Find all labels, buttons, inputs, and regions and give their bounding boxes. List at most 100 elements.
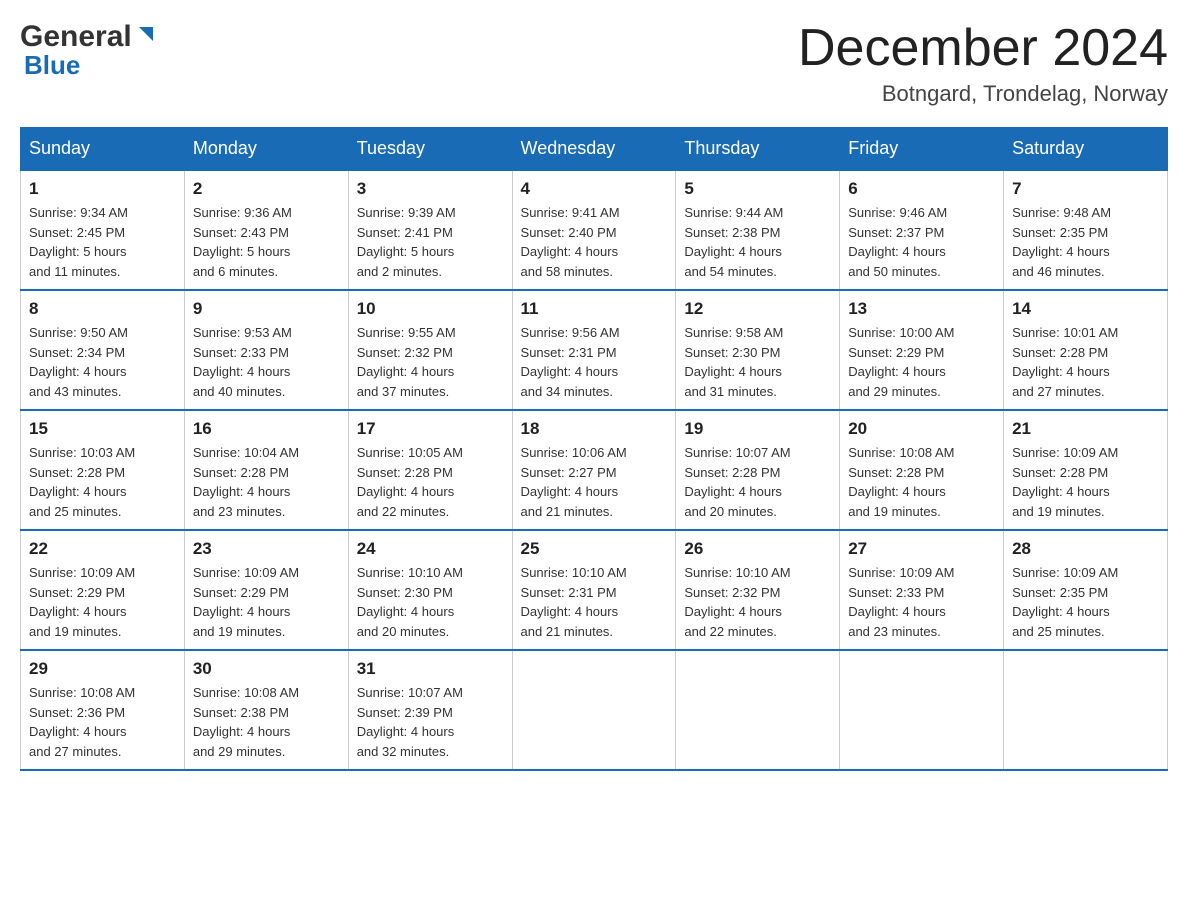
calendar-cell: 19 Sunrise: 10:07 AMSunset: 2:28 PMDaylig…	[676, 410, 840, 530]
calendar-cell: 27 Sunrise: 10:09 AMSunset: 2:33 PMDaylig…	[840, 530, 1004, 650]
calendar-cell: 26 Sunrise: 10:10 AMSunset: 2:32 PMDaylig…	[676, 530, 840, 650]
calendar-week-row: 8 Sunrise: 9:50 AMSunset: 2:34 PMDaylight…	[21, 290, 1168, 410]
day-info: Sunrise: 10:06 AMSunset: 2:27 PMDaylight…	[521, 443, 668, 521]
day-number: 26	[684, 539, 831, 559]
calendar-cell: 6 Sunrise: 9:46 AMSunset: 2:37 PMDaylight…	[840, 170, 1004, 290]
day-info: Sunrise: 10:05 AMSunset: 2:28 PMDaylight…	[357, 443, 504, 521]
logo-general-text: General	[20, 20, 132, 54]
day-info: Sunrise: 9:48 AMSunset: 2:35 PMDaylight:…	[1012, 203, 1159, 281]
header-sunday: Sunday	[21, 128, 185, 171]
day-info: Sunrise: 9:56 AMSunset: 2:31 PMDaylight:…	[521, 323, 668, 401]
day-info: Sunrise: 10:07 AMSunset: 2:28 PMDaylight…	[684, 443, 831, 521]
day-number: 23	[193, 539, 340, 559]
calendar-header-row: SundayMondayTuesdayWednesdayThursdayFrid…	[21, 128, 1168, 171]
page-header: General Blue December 2024 Botngard, Tro…	[20, 20, 1168, 107]
day-info: Sunrise: 10:09 AMSunset: 2:28 PMDaylight…	[1012, 443, 1159, 521]
calendar-cell: 14 Sunrise: 10:01 AMSunset: 2:28 PMDaylig…	[1004, 290, 1168, 410]
header-tuesday: Tuesday	[348, 128, 512, 171]
calendar-cell	[840, 650, 1004, 770]
calendar-cell: 31 Sunrise: 10:07 AMSunset: 2:39 PMDaylig…	[348, 650, 512, 770]
day-number: 13	[848, 299, 995, 319]
day-number: 25	[521, 539, 668, 559]
day-info: Sunrise: 10:08 AMSunset: 2:36 PMDaylight…	[29, 683, 176, 761]
logo-blue-text: Blue	[24, 50, 80, 81]
day-info: Sunrise: 10:08 AMSunset: 2:38 PMDaylight…	[193, 683, 340, 761]
title-block: December 2024 Botngard, Trondelag, Norwa…	[798, 20, 1168, 107]
calendar-cell: 2 Sunrise: 9:36 AMSunset: 2:43 PMDaylight…	[184, 170, 348, 290]
day-info: Sunrise: 10:07 AMSunset: 2:39 PMDaylight…	[357, 683, 504, 761]
day-number: 2	[193, 179, 340, 199]
day-info: Sunrise: 9:44 AMSunset: 2:38 PMDaylight:…	[684, 203, 831, 281]
header-saturday: Saturday	[1004, 128, 1168, 171]
calendar-cell: 12Sunrise: 9:58 AMSunset: 2:30 PMDayligh…	[676, 290, 840, 410]
day-number: 8	[29, 299, 176, 319]
calendar-cell	[1004, 650, 1168, 770]
day-number: 31	[357, 659, 504, 679]
day-info: Sunrise: 9:50 AMSunset: 2:34 PMDaylight:…	[29, 323, 176, 401]
calendar-week-row: 1 Sunrise: 9:34 AMSunset: 2:45 PMDaylight…	[21, 170, 1168, 290]
calendar-cell: 3 Sunrise: 9:39 AMSunset: 2:41 PMDaylight…	[348, 170, 512, 290]
day-info: Sunrise: 9:46 AMSunset: 2:37 PMDaylight:…	[848, 203, 995, 281]
day-info: Sunrise: 10:01 AMSunset: 2:28 PMDaylight…	[1012, 323, 1159, 401]
day-info: Sunrise: 10:03 AMSunset: 2:28 PMDaylight…	[29, 443, 176, 521]
day-info: Sunrise: 9:55 AMSunset: 2:32 PMDaylight:…	[357, 323, 504, 401]
calendar-week-row: 22 Sunrise: 10:09 AMSunset: 2:29 PMDaylig…	[21, 530, 1168, 650]
logo: General Blue	[20, 20, 157, 81]
header-thursday: Thursday	[676, 128, 840, 171]
day-number: 19	[684, 419, 831, 439]
day-number: 20	[848, 419, 995, 439]
day-info: Sunrise: 9:58 AMSunset: 2:30 PMDaylight:…	[684, 323, 831, 401]
day-number: 1	[29, 179, 176, 199]
day-number: 16	[193, 419, 340, 439]
day-number: 15	[29, 419, 176, 439]
calendar-cell: 25 Sunrise: 10:10 AMSunset: 2:31 PMDaylig…	[512, 530, 676, 650]
day-number: 28	[1012, 539, 1159, 559]
day-info: Sunrise: 10:00 AMSunset: 2:29 PMDaylight…	[848, 323, 995, 401]
day-number: 6	[848, 179, 995, 199]
calendar-cell: 9Sunrise: 9:53 AMSunset: 2:33 PMDaylight…	[184, 290, 348, 410]
day-info: Sunrise: 10:09 AMSunset: 2:33 PMDaylight…	[848, 563, 995, 641]
calendar-cell: 10Sunrise: 9:55 AMSunset: 2:32 PMDayligh…	[348, 290, 512, 410]
header-monday: Monday	[184, 128, 348, 171]
day-number: 22	[29, 539, 176, 559]
day-info: Sunrise: 10:09 AMSunset: 2:29 PMDaylight…	[29, 563, 176, 641]
calendar-week-row: 29 Sunrise: 10:08 AMSunset: 2:36 PMDaylig…	[21, 650, 1168, 770]
calendar-cell: 8 Sunrise: 9:50 AMSunset: 2:34 PMDaylight…	[21, 290, 185, 410]
day-number: 14	[1012, 299, 1159, 319]
day-info: Sunrise: 9:41 AMSunset: 2:40 PMDaylight:…	[521, 203, 668, 281]
day-info: Sunrise: 10:10 AMSunset: 2:32 PMDaylight…	[684, 563, 831, 641]
calendar-cell: 11Sunrise: 9:56 AMSunset: 2:31 PMDayligh…	[512, 290, 676, 410]
day-number: 17	[357, 419, 504, 439]
header-wednesday: Wednesday	[512, 128, 676, 171]
day-info: Sunrise: 10:10 AMSunset: 2:31 PMDaylight…	[521, 563, 668, 641]
day-number: 27	[848, 539, 995, 559]
calendar-cell: 18Sunrise: 10:06 AMSunset: 2:27 PMDaylig…	[512, 410, 676, 530]
day-info: Sunrise: 10:09 AMSunset: 2:29 PMDaylight…	[193, 563, 340, 641]
day-info: Sunrise: 9:36 AMSunset: 2:43 PMDaylight:…	[193, 203, 340, 281]
header-friday: Friday	[840, 128, 1004, 171]
day-number: 4	[521, 179, 668, 199]
calendar-cell: 22 Sunrise: 10:09 AMSunset: 2:29 PMDaylig…	[21, 530, 185, 650]
calendar-cell: 1 Sunrise: 9:34 AMSunset: 2:45 PMDaylight…	[21, 170, 185, 290]
day-info: Sunrise: 10:09 AMSunset: 2:35 PMDaylight…	[1012, 563, 1159, 641]
calendar-cell: 29 Sunrise: 10:08 AMSunset: 2:36 PMDaylig…	[21, 650, 185, 770]
day-info: Sunrise: 10:10 AMSunset: 2:30 PMDaylight…	[357, 563, 504, 641]
calendar-cell	[512, 650, 676, 770]
day-number: 29	[29, 659, 176, 679]
day-number: 24	[357, 539, 504, 559]
calendar-cell: 24 Sunrise: 10:10 AMSunset: 2:30 PMDaylig…	[348, 530, 512, 650]
calendar-week-row: 15 Sunrise: 10:03 AMSunset: 2:28 PMDaylig…	[21, 410, 1168, 530]
calendar-cell: 23 Sunrise: 10:09 AMSunset: 2:29 PMDaylig…	[184, 530, 348, 650]
calendar-cell: 21 Sunrise: 10:09 AMSunset: 2:28 PMDaylig…	[1004, 410, 1168, 530]
day-number: 9	[193, 299, 340, 319]
calendar-cell: 30 Sunrise: 10:08 AMSunset: 2:38 PMDaylig…	[184, 650, 348, 770]
calendar-cell: 5Sunrise: 9:44 AMSunset: 2:38 PMDaylight…	[676, 170, 840, 290]
day-number: 21	[1012, 419, 1159, 439]
day-info: Sunrise: 10:04 AMSunset: 2:28 PMDaylight…	[193, 443, 340, 521]
calendar-cell: 7Sunrise: 9:48 AMSunset: 2:35 PMDaylight…	[1004, 170, 1168, 290]
day-number: 30	[193, 659, 340, 679]
day-info: Sunrise: 9:34 AMSunset: 2:45 PMDaylight:…	[29, 203, 176, 281]
day-number: 3	[357, 179, 504, 199]
day-info: Sunrise: 9:39 AMSunset: 2:41 PMDaylight:…	[357, 203, 504, 281]
calendar-cell: 17 Sunrise: 10:05 AMSunset: 2:28 PMDaylig…	[348, 410, 512, 530]
